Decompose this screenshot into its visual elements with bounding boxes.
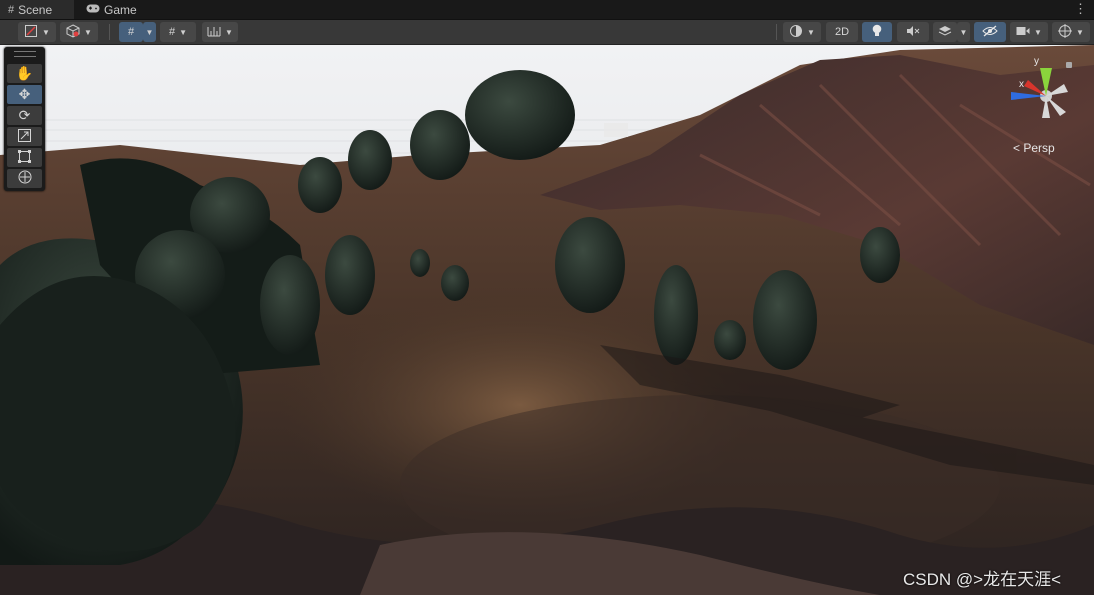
light-bulb-icon — [871, 24, 883, 41]
tool-handle-dropdown[interactable]: ▼ — [18, 22, 56, 42]
audio-toggle[interactable] — [897, 22, 929, 42]
cube-icon — [66, 23, 80, 41]
grid-visibility-toggle[interactable]: # — [119, 22, 143, 42]
drag-handle[interactable] — [14, 51, 36, 57]
toggle-2d-button[interactable]: 2D — [826, 22, 858, 42]
chevron-down-icon: ▼ — [1076, 27, 1084, 37]
tab-game-label: Game — [104, 2, 137, 17]
terrain-render — [0, 45, 1094, 595]
scale-tool-button[interactable] — [7, 127, 42, 146]
more-options-icon[interactable]: ⋮ — [1074, 1, 1087, 17]
window-tab-bar: # Scene Game ⋮ — [0, 0, 1094, 20]
tab-game[interactable]: Game — [84, 0, 154, 19]
speaker-mute-icon — [906, 25, 920, 40]
global-local-dropdown[interactable]: ▼ — [60, 22, 98, 42]
eye-hidden-icon — [982, 25, 998, 40]
transform-tool-button[interactable] — [7, 169, 42, 188]
effects-dropdown[interactable]: ▼ — [957, 22, 970, 42]
increment-snapping-dropdown[interactable]: ▼ — [202, 22, 238, 42]
move-icon: ✥ — [18, 86, 31, 102]
grid-snap-icon: # — [127, 26, 135, 38]
toolbar-divider — [776, 24, 777, 40]
rotate-tool-button[interactable]: ⟳ — [7, 106, 42, 125]
camera-settings-dropdown[interactable]: ▼ — [1010, 22, 1048, 42]
gizmos-icon — [1058, 23, 1073, 41]
transform-icon — [18, 170, 32, 187]
chevron-down-icon: ▼ — [225, 27, 233, 37]
camera-icon — [1016, 26, 1030, 39]
tools-overlay: ✋ ✥ ⟳ — [4, 47, 45, 191]
grid-icon: # — [8, 3, 15, 16]
tab-scene[interactable]: # Scene — [0, 0, 74, 19]
orientation-gizmo[interactable]: y x z — [999, 54, 1086, 134]
chevron-down-icon: ▼ — [959, 27, 968, 37]
rotate-icon: ⟳ — [18, 107, 31, 123]
watermark: CSDN @>龙在天涯< — [903, 570, 1062, 589]
scene-visibility-toggle[interactable] — [974, 22, 1006, 42]
effects-toggle[interactable] — [933, 22, 957, 42]
hand-icon: ✋ — [15, 65, 34, 81]
chevron-down-icon: ▼ — [1034, 27, 1042, 37]
scene-toolbar: ▼ ▼ # ▼ # ▼ ▼ ▼ 2D ▼ ▼ ▼ — [0, 20, 1094, 45]
projection-toggle[interactable]: < Persp — [1013, 141, 1055, 155]
toolbar-divider — [109, 24, 110, 40]
gizmo-lock-icon[interactable] — [1066, 62, 1072, 68]
layers-icon — [938, 24, 952, 41]
gizmo-y-label: y — [1034, 56, 1039, 67]
chevron-down-icon: ▼ — [807, 27, 815, 37]
grid-snapping-dropdown[interactable]: # ▼ — [160, 22, 196, 42]
pivot-icon — [24, 24, 38, 41]
gizmo-x-label: x — [1019, 79, 1024, 90]
move-tool-button[interactable]: ✥ — [7, 85, 42, 104]
chevron-down-icon: ▼ — [84, 27, 92, 37]
ruler-icon — [207, 25, 221, 40]
chevron-down-icon: ▼ — [145, 27, 154, 37]
rect-transform-icon — [18, 149, 31, 166]
grid-axis-dropdown[interactable]: ▼ — [143, 22, 156, 42]
grid-snapping-icon: # — [168, 26, 176, 38]
shading-mode-dropdown[interactable]: ▼ — [783, 22, 821, 42]
rect-tool-button[interactable] — [7, 148, 42, 167]
tab-scene-label: Scene — [18, 2, 53, 17]
scale-icon — [18, 128, 31, 145]
toggle-2d-label: 2D — [834, 26, 850, 38]
chevron-down-icon: ▼ — [42, 27, 50, 37]
chevron-down-icon: ▼ — [179, 27, 188, 37]
hand-tool-button[interactable]: ✋ — [7, 64, 42, 83]
lighting-toggle[interactable] — [862, 22, 892, 42]
scene-viewport[interactable] — [0, 45, 1094, 595]
shading-mode-icon — [789, 24, 803, 41]
gamepad-icon — [86, 4, 100, 16]
gizmos-dropdown[interactable]: ▼ — [1052, 22, 1090, 42]
